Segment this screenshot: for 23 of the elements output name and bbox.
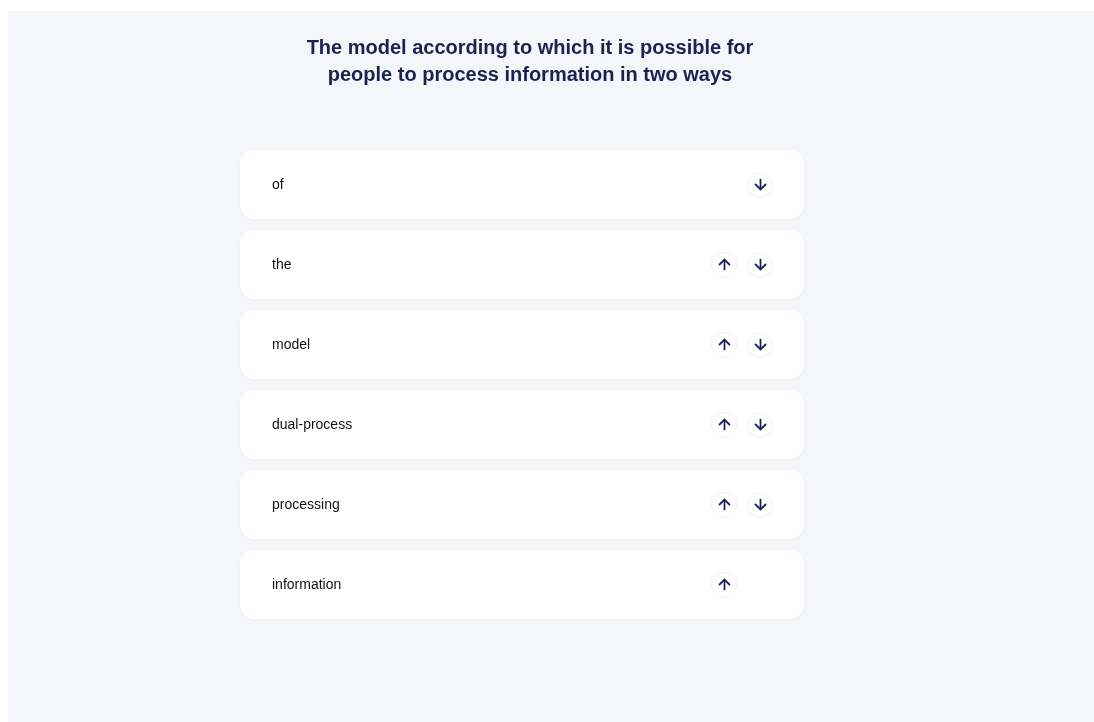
move-down-button[interactable] <box>747 171 773 198</box>
word-card[interactable]: processing <box>240 470 804 539</box>
word-label: the <box>272 255 292 274</box>
word-label: processing <box>272 495 340 514</box>
move-down-button[interactable] <box>747 411 773 438</box>
move-down-button[interactable] <box>747 251 773 278</box>
word-card[interactable]: information <box>240 550 804 619</box>
word-card[interactable]: of <box>240 150 804 219</box>
word-label: dual-process <box>272 415 353 434</box>
word-label: of <box>272 175 284 194</box>
word-card[interactable]: the <box>240 230 804 299</box>
move-down-button[interactable] <box>747 491 773 518</box>
word-card[interactable]: dual-process <box>240 390 804 459</box>
move-up-button[interactable] <box>711 251 737 278</box>
word-card[interactable]: model <box>240 310 804 379</box>
word-label: model <box>272 335 311 354</box>
move-up-button[interactable] <box>711 571 737 598</box>
move-up-button[interactable] <box>711 491 737 518</box>
move-down-button[interactable] <box>747 331 773 358</box>
move-up-button[interactable] <box>711 331 737 358</box>
move-up-button[interactable] <box>711 411 737 438</box>
word-label: information <box>272 575 342 594</box>
page-title: The model according to which it is possible for people to process information in two ways <box>305 35 755 87</box>
